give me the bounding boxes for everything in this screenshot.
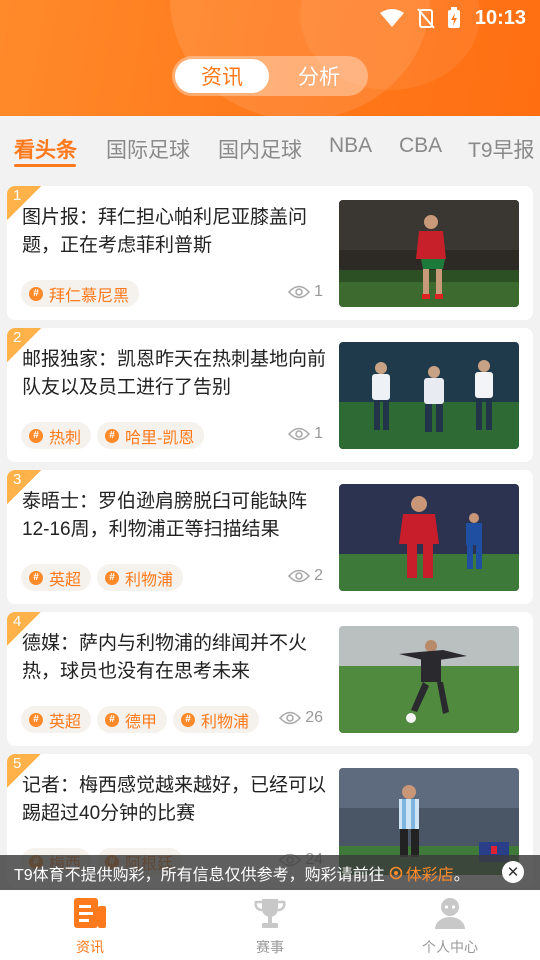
article-title[interactable]: 图片报：拜仁担心帕利尼亚膝盖问题，正在考虑菲利普斯 — [22, 204, 327, 260]
nav-label: 赛事 — [256, 939, 284, 955]
view-count: 26 — [279, 709, 323, 727]
eye-icon — [288, 569, 311, 583]
status-bar: 10:13 — [379, 0, 540, 36]
eye-icon — [279, 711, 302, 725]
nav-label: 个人中心 — [422, 939, 478, 955]
tag-chip[interactable]: # 热刺 — [21, 422, 92, 449]
status-time: 10:13 — [474, 6, 526, 29]
nav-profile[interactable]: 个人中心 — [390, 896, 510, 957]
eye-icon — [288, 427, 311, 441]
header: 10:13 资讯 分析 — [0, 0, 540, 116]
tag-chip[interactable]: # 英超 — [21, 564, 92, 591]
bottom-navigation: 资讯 赛事 个人中心 — [0, 890, 540, 960]
purchase-disclaimer: T9体育不提供购彩，所有信息仅供参考，购彩请前往 体彩店 。 ✕ — [0, 855, 540, 890]
hashtag-icon: # — [105, 570, 120, 585]
tab-nba[interactable]: NBA — [329, 134, 372, 158]
tag-chip[interactable]: # 利物浦 — [97, 564, 184, 591]
article-thumbnail — [339, 342, 519, 449]
trophy-icon — [254, 899, 286, 928]
tab-t9-morning[interactable]: T9早报 — [468, 134, 535, 164]
article-title[interactable]: 记者：梅西感觉越来越好，已经可以踢超过40分钟的比赛 — [22, 772, 327, 828]
article-thumbnail — [339, 200, 519, 307]
hashtag-icon: # — [105, 712, 120, 727]
tab-headlines[interactable]: 看头条 — [14, 134, 77, 164]
no-signal-icon — [417, 8, 435, 29]
tag-chip[interactable]: # 利物浦 — [173, 706, 260, 733]
hashtag-icon: # — [29, 712, 43, 727]
news-analysis-toggle[interactable]: 资讯 分析 — [172, 56, 368, 96]
user-icon — [435, 898, 465, 929]
view-count: 1 — [288, 425, 323, 443]
close-notice-button[interactable]: ✕ — [502, 861, 524, 883]
article-title[interactable]: 德媒：萨内与利物浦的绯闻并不火热，球员也没有在思考未来 — [22, 630, 327, 686]
eye-icon — [288, 285, 311, 299]
disclaimer-text: T9体育不提供购彩，所有信息仅供参考，购彩请前往 — [14, 866, 385, 884]
article-thumbnail — [339, 626, 519, 733]
tag-chip[interactable]: # 英超 — [21, 706, 92, 733]
article-card[interactable]: 1 图片报：拜仁担心帕利尼亚膝盖问题，正在考虑菲利普斯 # 拜仁慕尼黑 1 — [7, 186, 533, 320]
segment-analysis[interactable]: 分析 — [272, 59, 366, 93]
article-title[interactable]: 泰晤士：罗伯逊肩膀脱臼可能缺阵12-16周，利物浦正等扫描结果 — [22, 488, 327, 544]
view-count: 2 — [288, 567, 323, 585]
hashtag-icon: # — [29, 286, 43, 301]
article-card[interactable]: 4 德媒：萨内与利物浦的绯闻并不火热，球员也没有在思考未来 # 英超 # 德甲 # 利… — [7, 612, 533, 746]
hashtag-icon: # — [105, 428, 120, 443]
view-count: 1 — [288, 283, 323, 301]
article-thumbnail — [339, 484, 519, 591]
article-card[interactable]: 2 邮报独家：凯恩昨天在热刺基地向前队友以及员工进行了告别 # 热刺 # 哈里-凯恩… — [7, 328, 533, 462]
tab-intl-football[interactable]: 国际足球 — [106, 134, 190, 164]
active-tab-indicator — [14, 164, 76, 167]
tag-chip[interactable]: # 德甲 — [97, 706, 168, 733]
wifi-icon — [379, 9, 404, 27]
hashtag-icon: # — [29, 570, 43, 585]
nav-events[interactable]: 赛事 — [210, 896, 330, 957]
hashtag-icon: # — [29, 428, 43, 443]
hashtag-icon: # — [181, 712, 196, 727]
article-title[interactable]: 邮报独家：凯恩昨天在热刺基地向前队友以及员工进行了告别 — [22, 346, 327, 402]
battery-charging-icon — [447, 7, 460, 28]
category-tabs: 看头条 国际足球 国内足球 NBA CBA T9早报 — [0, 116, 540, 182]
article-card[interactable]: 3 泰晤士：罗伯逊肩膀脱臼可能缺阵12-16周，利物浦正等扫描结果 # 英超 # 利… — [7, 470, 533, 604]
tag-chip[interactable]: # 哈里-凯恩 — [97, 422, 205, 449]
segment-news[interactable]: 资讯 — [175, 59, 269, 93]
news-icon — [74, 898, 106, 928]
nav-label: 资讯 — [76, 939, 104, 955]
tag-chip[interactable]: # 拜仁慕尼黑 — [21, 280, 140, 307]
nav-news[interactable]: 资讯 — [30, 896, 150, 957]
lottery-store-link[interactable]: 体彩店 — [389, 861, 454, 885]
location-icon — [389, 866, 402, 879]
tab-domestic-football[interactable]: 国内足球 — [218, 134, 302, 164]
tab-cba[interactable]: CBA — [399, 134, 442, 158]
